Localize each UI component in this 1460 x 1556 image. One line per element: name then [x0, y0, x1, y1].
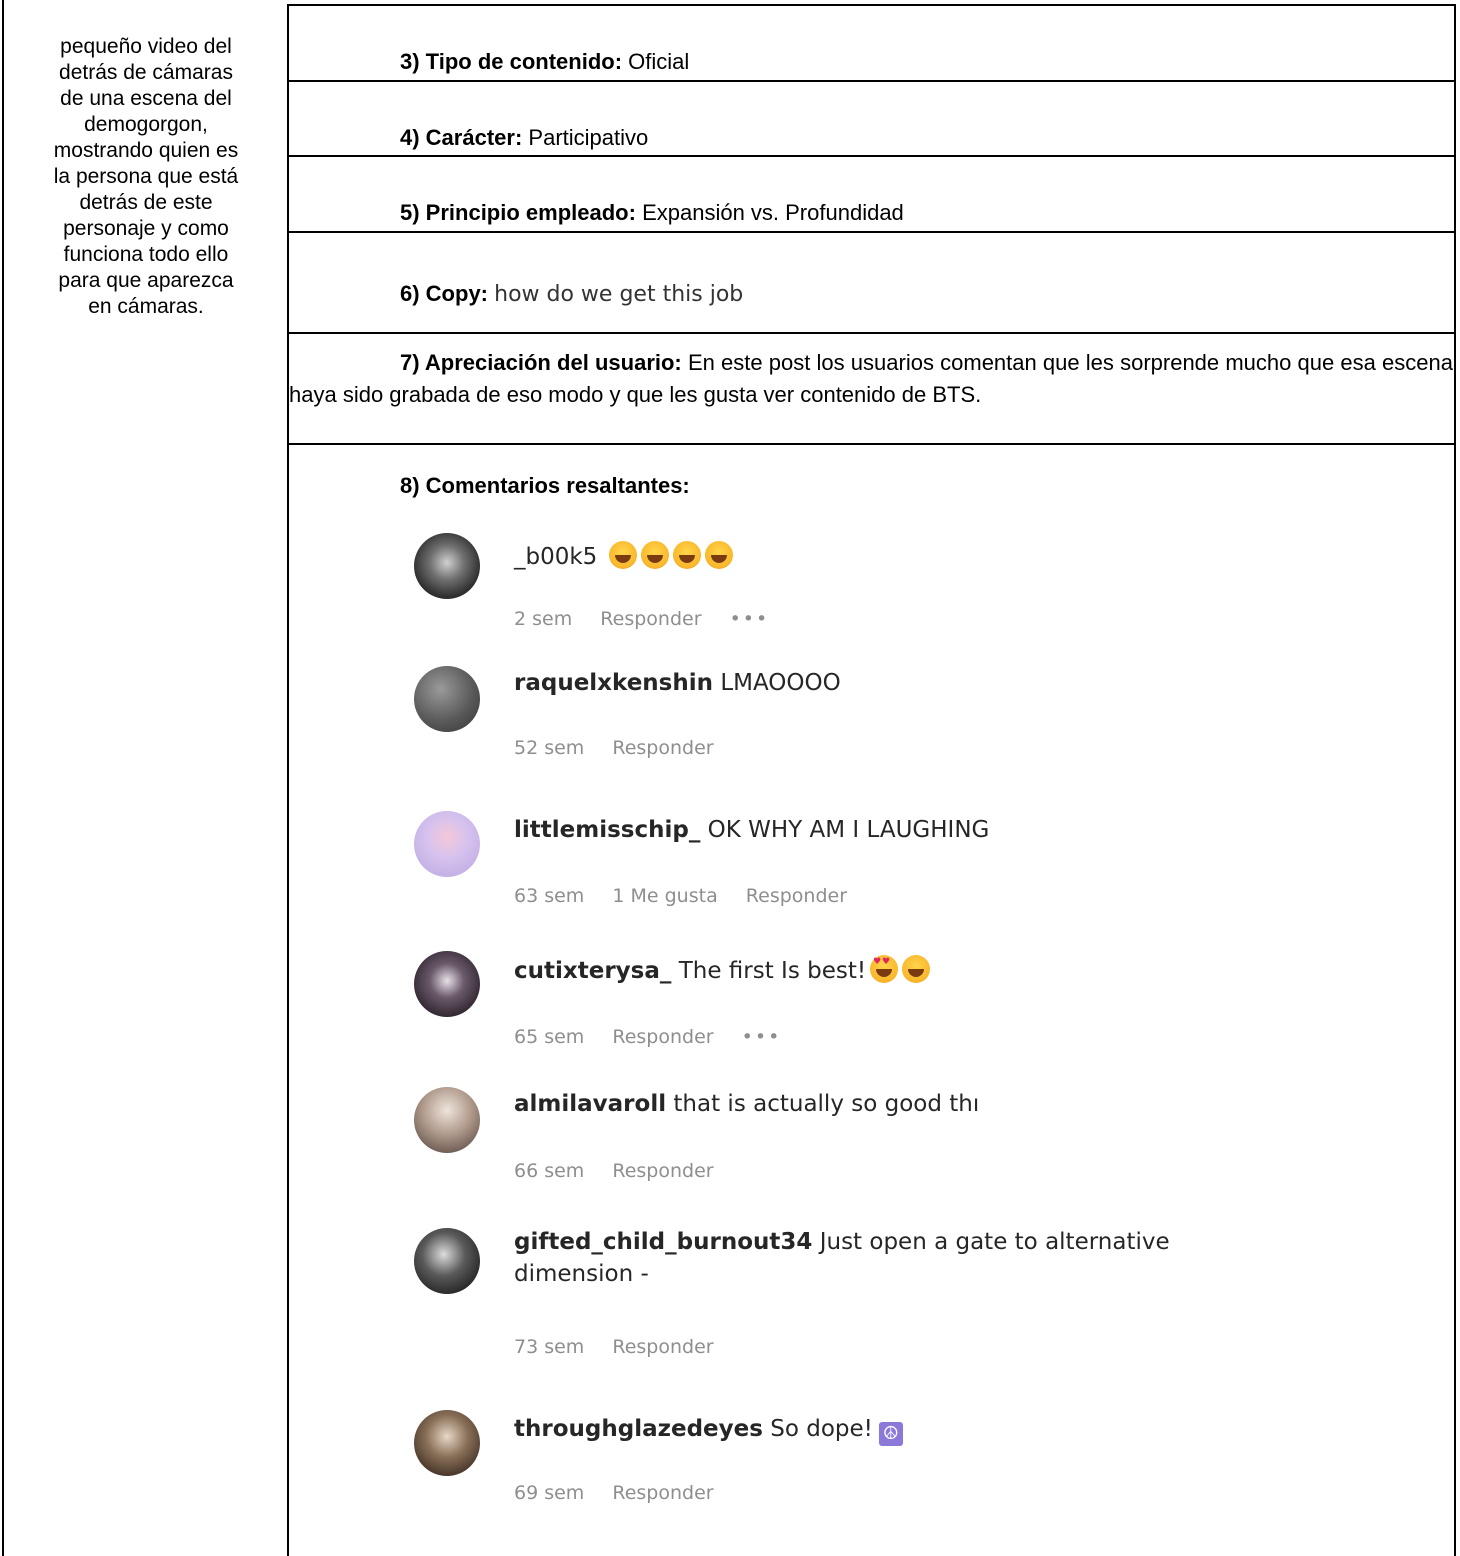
character-value: Participativo	[528, 125, 649, 150]
comment-text: OK WHY AM I LAUGHING	[707, 817, 990, 843]
grinning-emoji-icon	[704, 541, 733, 569]
comment-username[interactable]: almilavaroll	[514, 1091, 666, 1117]
more-options-icon[interactable]: •••	[742, 1026, 782, 1048]
description-line: de una escena del	[60, 87, 232, 110]
grinning-emoji-icon	[640, 541, 669, 569]
column-divider	[287, 4, 289, 1556]
comments-heading-label: 8) Comentarios resaltantes:	[400, 473, 690, 498]
comment-text: that is actually so good thı	[673, 1091, 980, 1117]
comment-username[interactable]: littlemisschip_	[514, 817, 700, 843]
comment-age: 2 sem	[514, 608, 573, 630]
comment-age: 52 sem	[514, 737, 585, 759]
reply-link[interactable]: Responder	[612, 1482, 713, 1504]
grinning-emoji-icon	[608, 541, 637, 569]
reply-link[interactable]: Responder	[600, 608, 701, 630]
principle-row: 5) Principio empleado: Expansión vs. Pro…	[400, 199, 904, 227]
grinning-emoji-icon	[672, 541, 701, 569]
comment-text: So dope!	[770, 1416, 873, 1442]
description-line: demogorgon,	[84, 113, 208, 136]
comment-text: LMAOOOO	[720, 670, 841, 696]
description-line: mostrando quien es	[53, 139, 239, 162]
comment-age: 66 sem	[514, 1160, 585, 1182]
copy-value: how do we get this job	[494, 282, 744, 307]
description-column: pequeño video del detrás de cámaras de u…	[12, 34, 280, 320]
description-line: personaje y como	[63, 217, 229, 240]
description-line: para que aparezca	[58, 269, 234, 292]
comment-text: Just open a gate to alternative	[819, 1229, 1170, 1255]
copy-row: 6) Copy: how do we get this job	[400, 280, 743, 309]
avatar[interactable]	[414, 1410, 480, 1476]
comment-age: 73 sem	[514, 1336, 585, 1358]
row-divider-1	[287, 80, 1456, 82]
appreciation-row: 7) Apreciación del usuario: En este post…	[289, 347, 1453, 411]
description-line: detrás de cámaras	[59, 61, 233, 84]
heart-eyes-emoji-icon	[870, 955, 899, 983]
table-right-border	[1454, 4, 1456, 1556]
description-line: funciona todo ello	[63, 243, 229, 266]
peace-symbol-icon: ☮	[878, 1422, 903, 1446]
comment-username[interactable]: gifted_child_burnout34	[514, 1229, 812, 1255]
comment-age: 63 sem	[514, 885, 585, 907]
reply-link[interactable]: Responder	[746, 885, 847, 907]
description-line: la persona que está	[53, 165, 239, 188]
comment-likes[interactable]: 1 Me gusta	[612, 885, 717, 907]
row-divider-2	[287, 155, 1456, 157]
row-divider-3	[287, 231, 1456, 233]
reply-link[interactable]: Responder	[612, 1336, 713, 1358]
principle-label: 5) Principio empleado:	[400, 200, 636, 225]
top-border	[287, 4, 1456, 6]
avatar[interactable]	[414, 533, 480, 599]
principle-value: Expansión vs. Profundidad	[642, 200, 904, 225]
copy-label: 6) Copy:	[400, 281, 488, 306]
description-line: en cámaras.	[88, 295, 204, 318]
comment-text-continuation: dimension -	[514, 1261, 649, 1287]
description-line: pequeño video del	[60, 35, 232, 58]
character-label: 4) Carácter:	[400, 125, 523, 150]
description-line: detrás de este	[79, 191, 213, 214]
more-options-icon[interactable]: •••	[730, 608, 770, 630]
comment-username[interactable]: cutixterysa_	[514, 958, 671, 984]
avatar[interactable]	[414, 1228, 480, 1294]
grinning-emoji-icon	[902, 955, 931, 983]
comments-heading: 8) Comentarios resaltantes:	[400, 472, 690, 500]
reply-link[interactable]: Responder	[612, 737, 713, 759]
row-divider-4	[287, 332, 1456, 334]
reply-link[interactable]: Responder	[612, 1160, 713, 1182]
appreciation-label: 7) Apreciación del usuario:	[400, 350, 682, 375]
comment-username[interactable]: _b00k5	[514, 544, 597, 570]
row-divider-5	[287, 443, 1456, 445]
comment-age: 65 sem	[514, 1026, 585, 1048]
content-type-row: 3) Tipo de contenido: Oficial	[400, 48, 689, 76]
avatar[interactable]	[414, 811, 480, 877]
content-type-value: Oficial	[628, 49, 690, 74]
table-left-border	[2, 0, 4, 1556]
avatar[interactable]	[414, 951, 480, 1017]
character-row: 4) Carácter: Participativo	[400, 124, 648, 152]
comment-username[interactable]: throughglazedeyes	[514, 1416, 763, 1442]
comment-username[interactable]: raquelxkenshin	[514, 670, 713, 696]
comment-text: The first Is best!	[678, 958, 867, 984]
comment-age: 69 sem	[514, 1482, 585, 1504]
avatar[interactable]	[414, 666, 480, 732]
reply-link[interactable]: Responder	[612, 1026, 713, 1048]
avatar[interactable]	[414, 1087, 480, 1153]
content-type-label: 3) Tipo de contenido:	[400, 49, 623, 74]
